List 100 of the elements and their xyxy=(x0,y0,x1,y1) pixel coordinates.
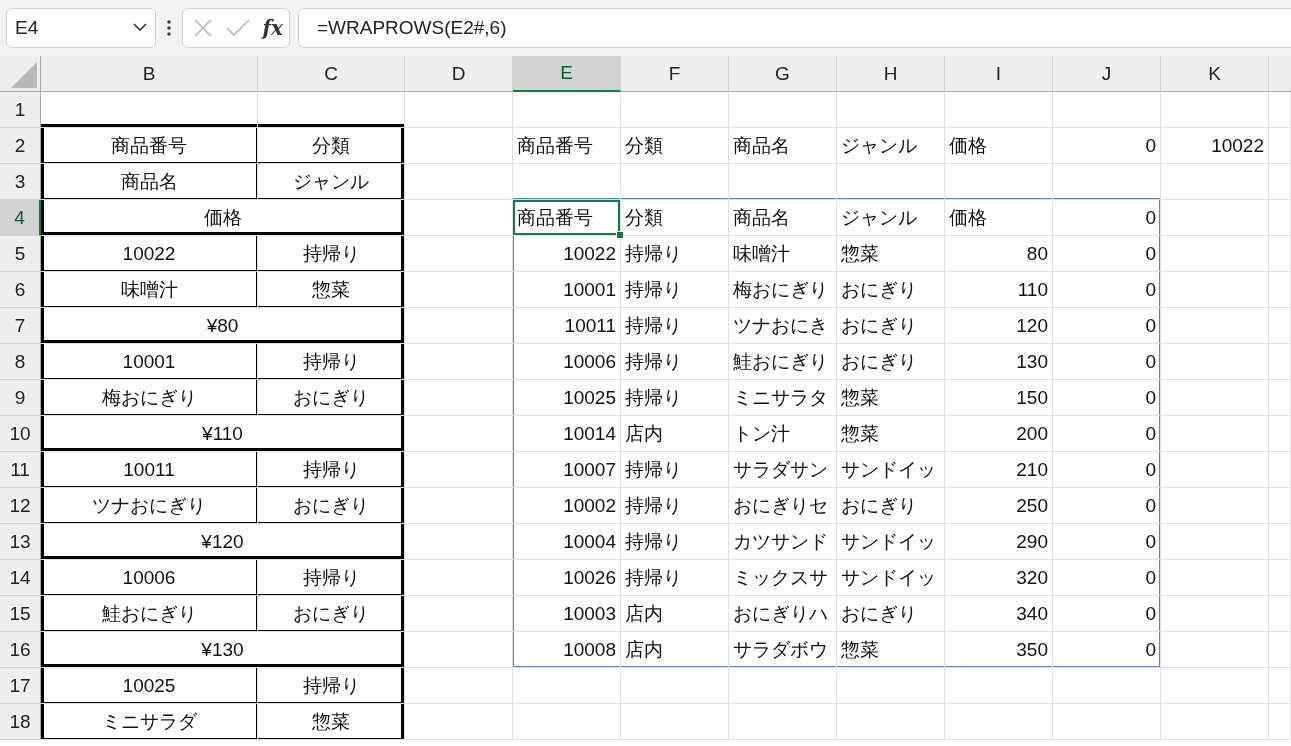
table-cell: 150 xyxy=(945,380,1053,416)
table-cell: 商品番号 xyxy=(513,128,621,164)
table-cell: 商品番号 xyxy=(513,200,621,236)
table-cell: ミックスサ xyxy=(729,560,837,596)
empty-cell xyxy=(1269,524,1291,560)
row-header[interactable]: 15 xyxy=(0,596,41,632)
table-cell: サンドイッ xyxy=(837,452,945,488)
table-cell: カツサンド xyxy=(729,524,837,560)
empty-cell xyxy=(1269,488,1291,524)
column-header[interactable]: E xyxy=(513,56,621,92)
column-header[interactable]: D xyxy=(405,56,513,92)
table-cell: 分類 xyxy=(621,128,729,164)
table-cell: 持帰り xyxy=(621,452,729,488)
column-header[interactable]: B xyxy=(41,56,258,92)
table-cell: 10006 xyxy=(41,560,258,596)
column-header[interactable]: C xyxy=(258,56,405,92)
table-cell: 10022 xyxy=(513,236,621,272)
empty-cell xyxy=(1269,344,1291,380)
table-cell: 店内 xyxy=(621,596,729,632)
table-cell: 120 xyxy=(945,308,1053,344)
table-cell: 持帰り xyxy=(621,272,729,308)
chevron-down-icon xyxy=(133,23,147,32)
table-cell: 0 xyxy=(1053,488,1161,524)
table-cell: 320 xyxy=(945,560,1053,596)
table-cell: 惣菜 xyxy=(258,704,405,740)
name-box[interactable]: E4 xyxy=(6,7,156,48)
row-header[interactable]: 18 xyxy=(0,704,41,740)
table-cell: 持帰り xyxy=(621,524,729,560)
row-header[interactable]: 14 xyxy=(0,560,41,596)
insert-function-button[interactable]: fx xyxy=(262,15,283,40)
table-cell: 0 xyxy=(1053,416,1161,452)
row-header[interactable]: 7 xyxy=(0,308,41,344)
table-cell: ¥120 xyxy=(41,524,405,560)
table-cell: 10001 xyxy=(41,344,258,380)
more-options-icon[interactable] xyxy=(166,17,172,38)
corner-triangle-icon xyxy=(11,62,37,88)
empty-cell xyxy=(1269,236,1291,272)
table-cell: 10026 xyxy=(513,560,621,596)
row-header[interactable]: 13 xyxy=(0,524,41,560)
table-cell: 惣菜 xyxy=(258,272,405,308)
empty-cell xyxy=(1269,596,1291,632)
table-cell: 0 xyxy=(1053,272,1161,308)
row-header[interactable]: 5 xyxy=(0,236,41,272)
table-cell: 店内 xyxy=(621,632,729,668)
row-header[interactable]: 9 xyxy=(0,380,41,416)
table-cell: おにぎり xyxy=(837,488,945,524)
table-cell: 持帰り xyxy=(621,308,729,344)
table-cell: ¥110 xyxy=(41,416,405,452)
column-header[interactable]: F xyxy=(621,56,729,92)
table-cell: おにぎり xyxy=(258,380,405,416)
table-cell: 商品名 xyxy=(41,164,258,200)
row-header[interactable]: 4 xyxy=(0,200,41,236)
table-cell: ミニサラタ xyxy=(729,380,837,416)
table-cell: サラダサン xyxy=(729,452,837,488)
column-header[interactable]: H xyxy=(837,56,945,92)
column-header[interactable]: K xyxy=(1161,56,1269,92)
row-header[interactable]: 17 xyxy=(0,668,41,704)
empty-cell xyxy=(1269,380,1291,416)
table-cell: おにぎり xyxy=(837,308,945,344)
row-header[interactable]: 11 xyxy=(0,452,41,488)
column-header[interactable]: J xyxy=(1053,56,1161,92)
table-cell: 分類 xyxy=(258,128,405,164)
empty-cell xyxy=(1269,560,1291,596)
empty-cell xyxy=(1269,416,1291,452)
table-cell: 80 xyxy=(945,236,1053,272)
row-header[interactable]: 1 xyxy=(0,92,41,128)
row-header[interactable]: 2 xyxy=(0,128,41,164)
table-cell: トン汁 xyxy=(729,416,837,452)
table-cell: 持帰り xyxy=(258,236,405,272)
formula-field[interactable]: =WRAPROWS(E2#,6) xyxy=(298,7,1291,48)
row-header[interactable]: 6 xyxy=(0,272,41,308)
table-cell: 店内 xyxy=(621,416,729,452)
row-header[interactable]: 10 xyxy=(0,416,41,452)
row-header[interactable]: 16 xyxy=(0,632,41,668)
table-cell: 0 xyxy=(1053,452,1161,488)
empty-cell xyxy=(1269,704,1291,740)
checkmark-icon[interactable] xyxy=(225,18,250,37)
column-header[interactable]: I xyxy=(945,56,1053,92)
row-header[interactable]: 12 xyxy=(0,488,41,524)
row-header[interactable]: 8 xyxy=(0,344,41,380)
fill-handle[interactable] xyxy=(616,231,624,239)
table-cell: 商品番号 xyxy=(41,128,258,164)
table-cell: 130 xyxy=(945,344,1053,380)
table-cell: サンドイッ xyxy=(837,524,945,560)
row-header[interactable]: 3 xyxy=(0,164,41,200)
select-all-corner[interactable] xyxy=(0,56,41,92)
table-cell: 商品名 xyxy=(729,200,837,236)
empty-cell xyxy=(1269,632,1291,668)
table-cell: 350 xyxy=(945,632,1053,668)
cancel-icon[interactable] xyxy=(193,17,213,38)
table-cell: 惣菜 xyxy=(837,632,945,668)
table-cell: おにぎり xyxy=(258,596,405,632)
table-cell: 価格 xyxy=(41,200,405,236)
table-cell: 0 xyxy=(1053,128,1161,164)
table-cell: おにぎりセ xyxy=(729,488,837,524)
table-cell: 10025 xyxy=(513,380,621,416)
column-header[interactable]: G xyxy=(729,56,837,92)
column-header[interactable] xyxy=(1269,56,1291,92)
table-cell: 価格 xyxy=(945,200,1053,236)
table-cell: 味噌汁 xyxy=(41,272,258,308)
